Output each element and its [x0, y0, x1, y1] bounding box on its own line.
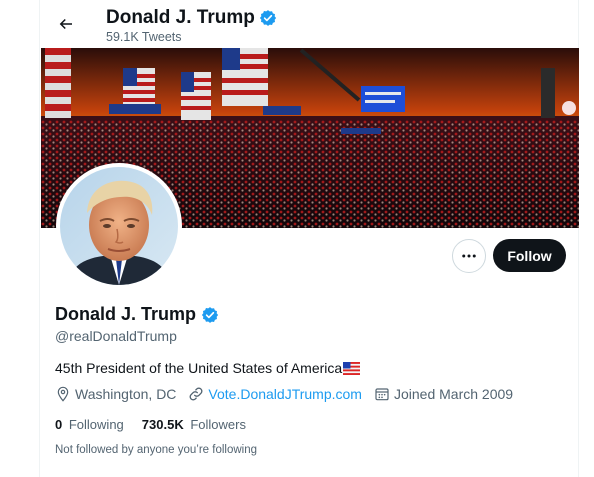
following-label: Following — [68, 417, 124, 432]
header-title: Donald J. Trump — [106, 7, 277, 29]
profile-name: Donald J. Trump — [55, 304, 219, 325]
profile-handle: @realDonaldTrump — [55, 328, 177, 344]
profile-meta: Washington, DC Vote.DonaldJTrump.com Joi… — [55, 386, 525, 402]
back-button[interactable] — [50, 8, 82, 40]
joined-text: Joined March 2009 — [393, 386, 514, 402]
calendar-icon — [375, 388, 389, 401]
following-stat[interactable]: 0 Following — [55, 417, 124, 432]
following-count: 0 — [55, 417, 63, 432]
bio-text: 45th President of the United States of A… — [55, 360, 343, 376]
social-context: Not followed by anyone you’re following — [55, 444, 258, 456]
profile-bio: 45th President of the United States of A… — [55, 360, 361, 376]
location-text: Washington, DC — [75, 386, 177, 402]
tweet-count: 59.1K Tweets — [106, 30, 182, 44]
joined-date: Joined March 2009 — [374, 386, 513, 402]
followers-label: Followers — [190, 417, 246, 432]
location-pin-icon — [57, 386, 69, 402]
more-horizontal-icon — [462, 254, 476, 258]
profile-stats: 0 Following 730.5K Followers — [55, 417, 246, 432]
arrow-left-icon — [59, 18, 72, 30]
us-flag-icon — [343, 361, 361, 375]
follow-button[interactable]: Follow — [493, 239, 566, 272]
website: Vote.DonaldJTrump.com — [188, 386, 362, 402]
verified-badge-icon — [259, 10, 276, 26]
profile-column: Donald J. Trump 59.1K Tweets Follow Dona… — [39, 0, 579, 477]
followers-stat[interactable]: 730.5K Followers — [142, 417, 246, 432]
profile-name-text: Donald J. Trump — [55, 304, 197, 324]
location: Washington, DC — [55, 386, 176, 402]
flag-left — [45, 48, 71, 118]
verified-badge-icon — [201, 306, 219, 323]
more-button[interactable] — [452, 239, 486, 273]
website-link[interactable]: Vote.DonaldJTrump.com — [208, 386, 362, 402]
header-name: Donald J. Trump — [106, 7, 255, 28]
followers-count: 730.5K — [141, 417, 184, 432]
avatar-photo — [60, 167, 178, 285]
link-icon — [189, 387, 203, 401]
profile-header: Donald J. Trump 59.1K Tweets — [40, 0, 578, 48]
avatar[interactable] — [56, 163, 182, 289]
